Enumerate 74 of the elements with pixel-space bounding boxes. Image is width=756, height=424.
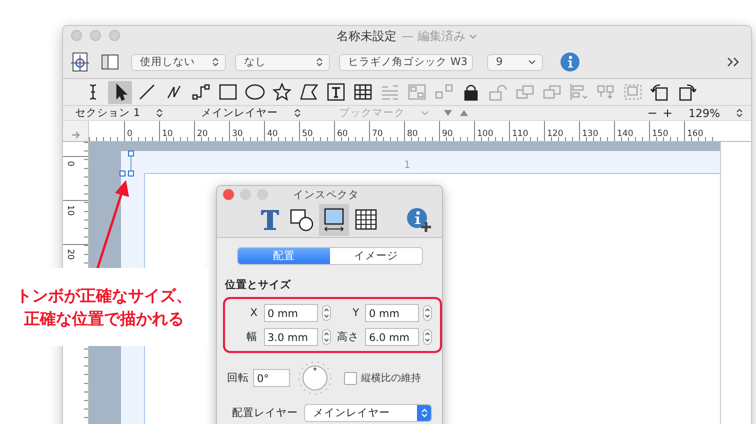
sidebar-icon[interactable]	[101, 54, 119, 70]
stepper-icon[interactable]	[736, 108, 743, 118]
ruler-label: 30	[232, 129, 243, 139]
section-heading: 位置とサイズ	[225, 278, 292, 292]
caret-icon	[528, 59, 536, 65]
ruler-label: 110	[512, 129, 528, 139]
ruler-label: 80	[407, 129, 418, 139]
close-button[interactable]	[223, 189, 234, 200]
field-label: 配置レイヤー	[232, 406, 298, 420]
star-tool-icon[interactable]	[270, 80, 294, 104]
field-label: 幅	[246, 330, 258, 344]
window-title: 名称未設定	[336, 28, 397, 44]
zoom-select[interactable]: 129%	[688, 106, 720, 120]
field-label: X	[250, 307, 258, 319]
layout-tab[interactable]	[319, 204, 349, 236]
input-field[interactable]: 0 mm	[264, 304, 318, 322]
ruler-label: 120	[547, 129, 564, 139]
zoom-in-button[interactable]: +	[662, 106, 673, 120]
table-icon	[353, 206, 379, 232]
ruler-label: 90	[442, 129, 453, 139]
field-label: Y	[352, 307, 359, 319]
input-field[interactable]: 3.0 mm	[264, 328, 318, 346]
section-select[interactable]: セクション 1	[75, 106, 140, 120]
annotation-text: トンボが正確なサイズ、	[16, 285, 192, 307]
select-control[interactable]: ヒラギノ角ゴシック W3	[339, 54, 473, 70]
input-field[interactable]: 0°	[253, 369, 290, 387]
crosshair-icon[interactable]	[71, 51, 89, 73]
field-label: 高さ	[337, 330, 359, 344]
shape-icon	[289, 206, 315, 232]
field-label: 回転	[227, 371, 249, 385]
input-field[interactable]: 6.0 mm	[365, 328, 419, 346]
ruler-label: 50	[302, 129, 313, 139]
stepper-icon	[420, 408, 428, 418]
info-icon[interactable]	[560, 52, 580, 72]
ruler-label: 150	[652, 129, 668, 139]
layer-dropdown[interactable]: メインレイヤー	[304, 404, 432, 422]
ruler-label: 40	[267, 129, 278, 139]
stepper-icon[interactable]	[423, 329, 432, 345]
zoom-out-button[interactable]: −	[647, 106, 658, 120]
ruler-label: 20	[197, 129, 208, 139]
checkbox-label: 縦横比の維持	[361, 372, 421, 385]
select-control[interactable]: なし	[235, 54, 330, 70]
layer-select[interactable]: メインレイヤー	[201, 106, 278, 120]
select-control[interactable]: 9	[487, 54, 543, 70]
stepper-icon[interactable]	[423, 305, 432, 321]
ruler-label: 100	[477, 129, 494, 139]
stepper-icon[interactable]	[322, 305, 330, 321]
scrollbar-track[interactable]	[720, 142, 751, 424]
overflow-icon[interactable]	[727, 57, 741, 67]
select-control[interactable]: 使用しない	[131, 54, 226, 70]
page-number: 1	[404, 160, 410, 171]
ruler-label: 140	[617, 129, 634, 139]
pointer-tool-icon[interactable]	[108, 80, 132, 104]
ruler-label: 160	[687, 129, 704, 139]
stepper-icon[interactable]	[294, 108, 302, 118]
ruler-label: 10	[65, 205, 75, 216]
ruler-label: 10	[162, 129, 173, 139]
stepper-icon[interactable]	[322, 329, 330, 345]
input-field[interactable]: 0 mm	[365, 304, 419, 322]
up-triangle-icon[interactable]	[459, 109, 470, 117]
annotation-text: 正確な位置で描かれる	[24, 308, 184, 330]
ruler-label: 60	[337, 129, 348, 139]
checkbox[interactable]	[344, 372, 357, 384]
ruler-label: 20	[65, 249, 75, 260]
info-add-icon[interactable]	[406, 206, 432, 232]
ruler-label: 130	[582, 129, 598, 139]
stepper-icon[interactable]	[156, 108, 164, 118]
panel-title: インスペクタ	[293, 188, 359, 202]
down-triangle-icon[interactable]	[443, 109, 454, 117]
ruler-label: 0	[127, 129, 132, 139]
stepper-icon	[212, 57, 219, 67]
ruler-label: 70	[372, 129, 383, 139]
stepper-icon	[316, 57, 323, 67]
ruler-label: 0	[65, 161, 75, 166]
